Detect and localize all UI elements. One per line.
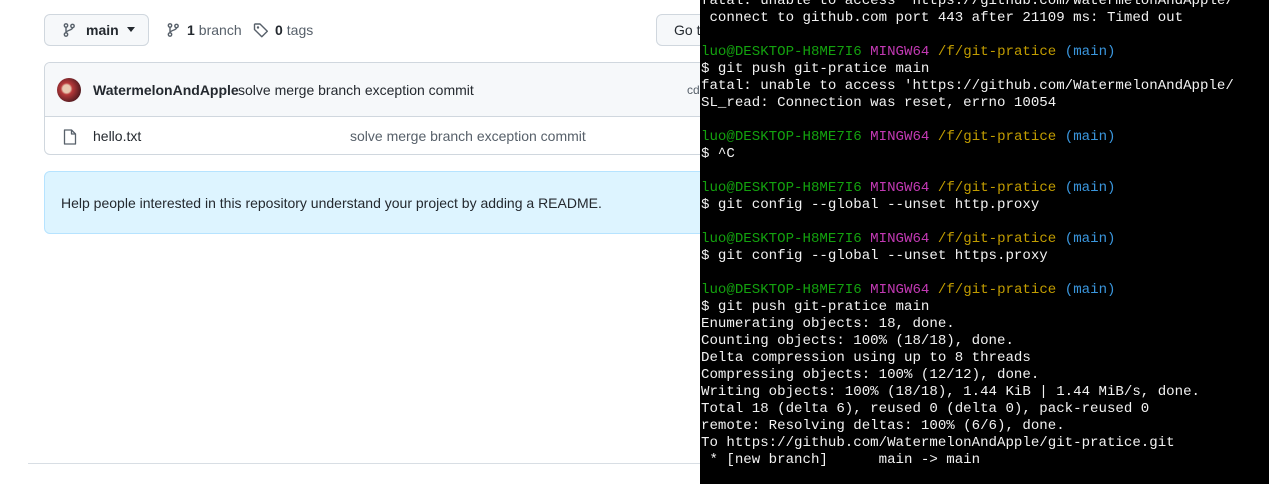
prompt-branch: (main) — [1064, 231, 1116, 247]
list-item: hello.txt solve merge branch exception c… — [45, 117, 700, 154]
latest-commit-bar: WatermelonAndApple solve merge branch ex… — [45, 63, 700, 117]
terminal-output-line: $ ^C — [701, 146, 735, 162]
prompt-branch: (main) — [1064, 180, 1116, 196]
commit-author[interactable]: WatermelonAndApple — [93, 82, 239, 98]
terminal-output-line: $ git push git-pratice main — [701, 299, 930, 315]
terminal-output-line: $ git config --global --unset https.prox… — [701, 248, 1048, 264]
terminal-output-line: connect to github.com port 443 after 211… — [701, 10, 1184, 26]
go-to-file-button[interactable]: Go to file — [656, 14, 700, 46]
file-commit-message[interactable]: solve merge branch exception commit — [350, 128, 586, 144]
terminal-output-line: Enumerating objects: 18, done. — [701, 316, 955, 332]
terminal-output-line: SL_read: Connection was reset, errno 100… — [701, 95, 1057, 111]
terminal-output-line: Delta compression using up to 8 threads — [701, 350, 1031, 366]
terminal-output-line: fatal: unable to access 'https://github.… — [701, 0, 1234, 9]
prompt-user: luo@DESKTOP-H8ME7I6 — [701, 282, 862, 298]
avatar[interactable] — [57, 78, 81, 102]
terminal-output-line: Counting objects: 100% (18/18), done. — [701, 333, 1014, 349]
commit-hash[interactable]: cd — [687, 83, 700, 97]
git-branch-icon — [167, 23, 179, 37]
caret-down-icon — [126, 27, 135, 32]
prompt-path: /f/git-pratice — [937, 180, 1057, 196]
github-repo-pane: main 1 branch 0 tags Go to file Watermel… — [0, 0, 700, 484]
tag-icon — [253, 23, 268, 38]
terminal-prompt-line: luo@DESKTOP-H8ME7I6 MINGW64 /f/git-prati… — [701, 129, 1234, 146]
branch-count: 1 — [187, 22, 195, 38]
terminal-output-line: fatal: unable to access 'https://github.… — [701, 78, 1234, 94]
readme-prompt-banner: Help people interested in this repositor… — [44, 171, 700, 234]
terminal-window[interactable]: fatal: unable to access 'https://github.… — [700, 0, 1269, 484]
terminal-output: fatal: unable to access 'https://github.… — [701, 0, 1234, 469]
prompt-branch: (main) — [1064, 44, 1116, 60]
terminal-prompt-line: luo@DESKTOP-H8ME7I6 MINGW64 /f/git-prati… — [701, 231, 1234, 248]
file-listing: WatermelonAndApple solve merge branch ex… — [44, 62, 700, 155]
prompt-shell: MINGW64 — [870, 129, 930, 145]
branch-word: branch — [198, 22, 242, 38]
terminal-output-line: $ git push git-pratice main — [701, 61, 930, 77]
tag-count: 0 — [275, 22, 283, 38]
terminal-output-line: To https://github.com/WatermelonAndApple… — [701, 435, 1175, 451]
go-to-file-label: Go to file — [674, 22, 700, 38]
prompt-path: /f/git-pratice — [937, 231, 1057, 247]
branch-select-label: main — [86, 22, 119, 38]
prompt-shell: MINGW64 — [870, 231, 930, 247]
branch-select-button[interactable]: main — [44, 14, 149, 46]
prompt-branch: (main) — [1064, 282, 1116, 298]
tags-link[interactable]: 0 tags — [253, 22, 313, 38]
prompt-path: /f/git-pratice — [937, 282, 1057, 298]
commit-message[interactable]: solve merge branch exception commit — [238, 82, 474, 98]
file-icon — [63, 129, 77, 145]
prompt-shell: MINGW64 — [870, 44, 930, 60]
file-name[interactable]: hello.txt — [93, 128, 141, 144]
prompt-shell: MINGW64 — [870, 180, 930, 196]
prompt-user: luo@DESKTOP-H8ME7I6 — [701, 129, 862, 145]
terminal-output-line: remote: Resolving deltas: 100% (6/6), do… — [701, 418, 1065, 434]
prompt-user: luo@DESKTOP-H8ME7I6 — [701, 180, 862, 196]
prompt-user: luo@DESKTOP-H8ME7I6 — [701, 231, 862, 247]
prompt-user: luo@DESKTOP-H8ME7I6 — [701, 44, 862, 60]
terminal-prompt-line: luo@DESKTOP-H8ME7I6 MINGW64 /f/git-prati… — [701, 282, 1234, 299]
tag-word: tags — [286, 22, 314, 38]
terminal-prompt-line: luo@DESKTOP-H8ME7I6 MINGW64 /f/git-prati… — [701, 44, 1234, 61]
terminal-output-line: Compressing objects: 100% (12/12), done. — [701, 367, 1040, 383]
git-branch-icon — [63, 23, 75, 37]
terminal-output-line: Writing objects: 100% (18/18), 1.44 KiB … — [701, 384, 1200, 400]
terminal-output-line: * [new branch] main -> main — [701, 452, 981, 468]
prompt-branch: (main) — [1064, 129, 1116, 145]
branches-link[interactable]: 1 branch — [165, 22, 242, 38]
terminal-output-line: Total 18 (delta 6), reused 0 (delta 0), … — [701, 401, 1150, 417]
readme-prompt-text: Help people interested in this repositor… — [61, 195, 602, 211]
divider — [28, 463, 700, 464]
prompt-path: /f/git-pratice — [937, 44, 1057, 60]
prompt-shell: MINGW64 — [870, 282, 930, 298]
prompt-path: /f/git-pratice — [937, 129, 1057, 145]
terminal-prompt-line: luo@DESKTOP-H8ME7I6 MINGW64 /f/git-prati… — [701, 180, 1234, 197]
terminal-output-line: $ git config --global --unset http.proxy — [701, 197, 1040, 213]
